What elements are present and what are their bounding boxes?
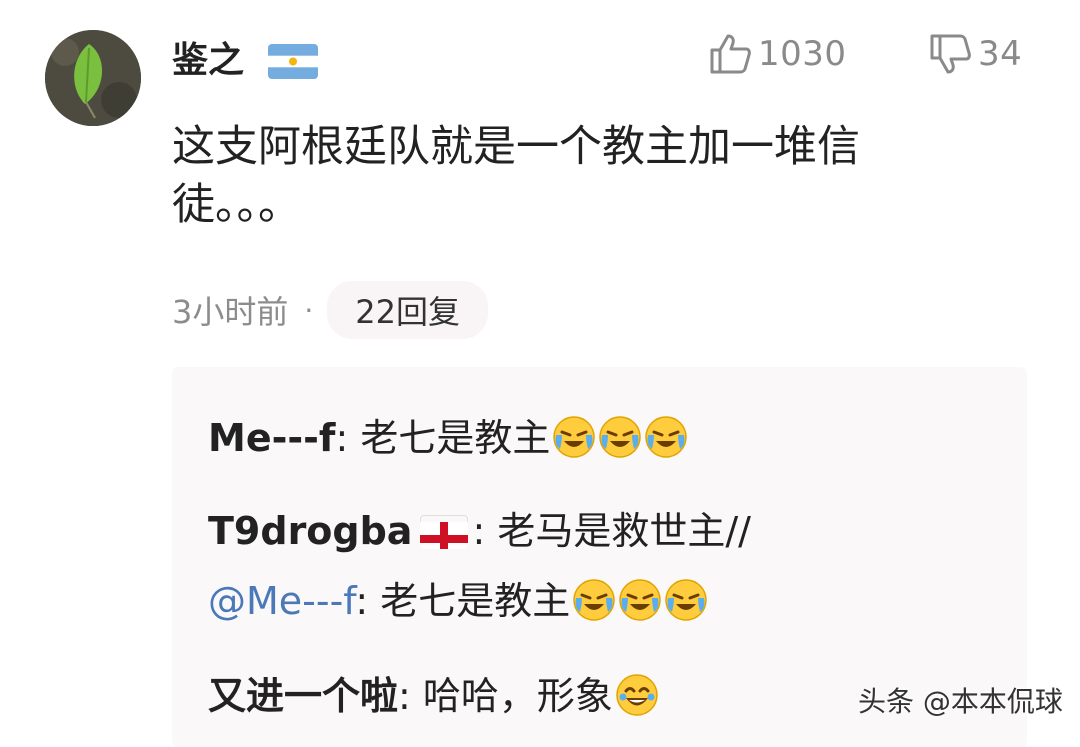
dislike-count: 34: [978, 34, 1023, 74]
mention-link[interactable]: @Me---f: [208, 579, 355, 623]
crying-laughing-emoji-icon: [552, 415, 596, 459]
england-flag-icon: [420, 515, 469, 549]
leaf-avatar-image: [45, 30, 141, 126]
laughing-tears-emoji-icon: [615, 673, 659, 717]
meta-separator: ·: [304, 293, 314, 327]
reply-text: 哈哈，形象: [422, 674, 613, 718]
comment-text: 这支阿根廷队就是一个教主加一堆信徒。。。: [172, 122, 860, 230]
like-button[interactable]: 1030: [708, 30, 847, 78]
reply-colon: :: [355, 579, 369, 623]
comment-meta: 3小时前 · 22回复: [172, 281, 489, 339]
watermark: 头条 @本本侃球: [858, 685, 1063, 718]
thumbs-down-icon: [930, 34, 971, 74]
quoted-text: 老七是教主: [380, 579, 571, 623]
reply-author[interactable]: T9drogba: [208, 509, 412, 553]
reply-text: 老马是救世主//: [497, 509, 751, 553]
reply-colon: :: [472, 509, 486, 553]
crying-laughing-emoji-icon: [644, 415, 688, 459]
reply-count-label: 22回复: [355, 293, 461, 331]
avatar[interactable]: [45, 30, 141, 126]
reply-item[interactable]: 又进一个啦: 哈哈，形象: [208, 668, 659, 724]
like-count: 1030: [758, 34, 847, 74]
reply-quote: @Me---f: 老七是教主: [208, 573, 708, 629]
reply-count-button[interactable]: 22回复: [327, 281, 489, 339]
reply-colon: :: [335, 416, 349, 460]
crying-laughing-emoji-icon: [598, 415, 642, 459]
username[interactable]: 鉴之: [172, 36, 244, 86]
comment-time: 3小时前: [172, 293, 289, 331]
reply-item[interactable]: T9drogba : 老马是救世主//: [208, 503, 751, 559]
reply-author[interactable]: Me---f: [208, 416, 335, 460]
reply-author[interactable]: 又进一个啦: [208, 674, 398, 718]
crying-laughing-emoji-icon: [572, 578, 616, 622]
crying-laughing-emoji-icon: [618, 578, 662, 622]
reply-colon: :: [398, 674, 411, 718]
argentina-flag-icon: [268, 44, 318, 79]
reply-text: 老七是教主: [360, 416, 551, 460]
thumbs-up-icon: [710, 34, 751, 74]
dislike-button[interactable]: 34: [928, 30, 1022, 78]
reply-item[interactable]: Me---f: 老七是教主: [208, 410, 688, 466]
crying-laughing-emoji-icon: [664, 578, 708, 622]
